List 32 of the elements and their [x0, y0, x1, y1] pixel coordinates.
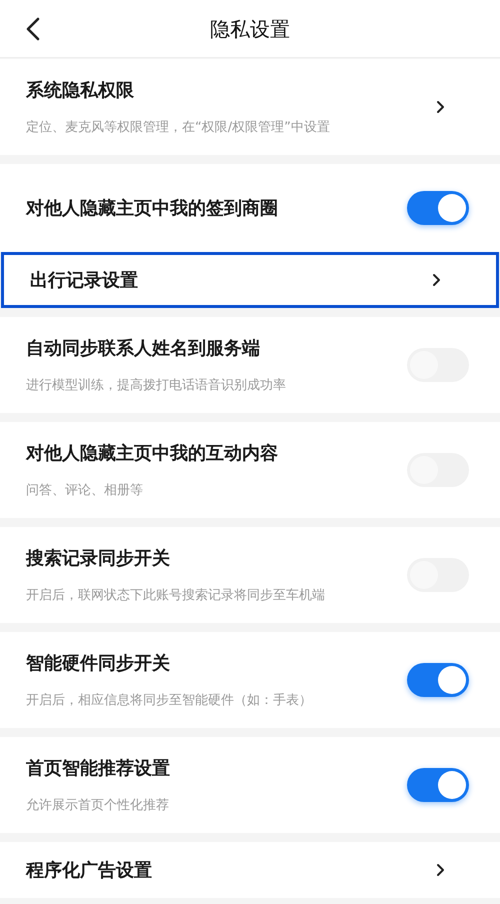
toggle-switch[interactable] [407, 191, 469, 225]
setting-title: 程序化广告设置 [26, 858, 152, 882]
setting-title: 首页智能推荐设置 [26, 756, 170, 781]
toggle-switch[interactable] [407, 768, 469, 802]
setting-title: 对他人隐藏主页中我的签到商圈 [26, 196, 278, 220]
settings-row[interactable]: 智能硬件同步开关 开启后，相应信息将同步至智能硬件（如：手表） [0, 632, 500, 728]
setting-title: 出行记录设置 [30, 268, 138, 292]
setting-title: 自动同步联系人姓名到服务端 [26, 336, 261, 361]
setting-description: 允许展示首页个性化推荐 [26, 796, 170, 815]
chevron-right-icon [435, 862, 445, 878]
chevron-right-icon [431, 272, 441, 288]
settings-row[interactable]: 出行记录设置 [1, 252, 499, 308]
settings-row[interactable]: 对他人隐藏主页中我的互动内容 问答、评论、相册等 [0, 422, 500, 518]
setting-title: 搜索记录同步开关 [26, 546, 171, 571]
setting-title: 智能硬件同步开关 [26, 652, 171, 676]
settings-row[interactable]: 自动同步联系人姓名到服务端 进行模型训练，提高拨打电话语音识别成功率 [0, 317, 500, 413]
settings-row[interactable]: 对他人隐藏主页中我的签到商圈 [0, 164, 500, 252]
back-icon [26, 16, 40, 40]
setting-title: 系统隐私权限 [26, 78, 135, 103]
settings-row[interactable]: 搜索记录同步开关 开启后，联网状态下此账号搜索记录将同步至车机端 [0, 527, 500, 623]
page-title: 隐私设置 [210, 16, 290, 42]
setting-description: 开启后，联网状态下此账号搜索记录将同步至车机端 [26, 586, 325, 605]
setting-description: 定位、麦克风等权限管理，在“权限/权限管理”中设置 [26, 118, 330, 137]
setting-description: 进行模型训练，提高拨打电话语音识别成功率 [26, 376, 286, 395]
toggle-switch[interactable] [407, 663, 469, 697]
settings-row[interactable]: 首页智能推荐设置 允许展示首页个性化推荐 [0, 737, 500, 833]
settings-row[interactable]: 程序化广告设置 [0, 842, 500, 898]
setting-description: 开启后，相应信息将同步至智能硬件（如：手表） [26, 692, 312, 710]
settings-row[interactable]: 系统隐私权限 定位、麦克风等权限管理，在“权限/权限管理”中设置 [0, 59, 500, 155]
chevron-right-icon [435, 99, 445, 115]
setting-description: 问答、评论、相册等 [26, 482, 144, 500]
setting-title: 对他人隐藏主页中我的互动内容 [26, 442, 278, 466]
